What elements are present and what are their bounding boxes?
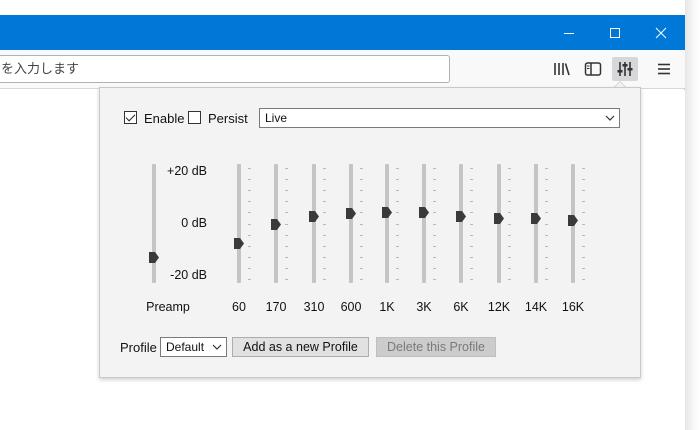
title-bar bbox=[0, 15, 685, 50]
slider-track bbox=[349, 164, 353, 283]
library-button[interactable] bbox=[549, 57, 575, 81]
slider-thumb[interactable] bbox=[271, 218, 281, 230]
slider-thumb[interactable] bbox=[149, 251, 159, 263]
slider-track bbox=[312, 164, 316, 283]
band-slider-14k[interactable] bbox=[528, 164, 548, 283]
preamp-label: Preamp bbox=[146, 300, 190, 314]
band-label-600: 600 bbox=[340, 300, 362, 314]
nav-toolbar bbox=[0, 50, 685, 89]
chevron-down-icon bbox=[605, 115, 615, 121]
equalizer-button[interactable] bbox=[612, 57, 638, 81]
slider-thumb[interactable] bbox=[346, 207, 356, 219]
slider-thumb[interactable] bbox=[531, 212, 541, 224]
slider-ticks bbox=[545, 164, 550, 283]
hamburger-menu-icon bbox=[658, 63, 670, 75]
band-label-1k: 1K bbox=[379, 300, 395, 314]
band-label-170: 170 bbox=[265, 300, 287, 314]
slider-ticks bbox=[508, 164, 513, 283]
band-slider-3k[interactable] bbox=[416, 164, 436, 283]
add-profile-button[interactable]: Add as a new Profile bbox=[232, 337, 369, 357]
delete-profile-button[interactable]: Delete this Profile bbox=[376, 337, 496, 357]
slider-track bbox=[237, 164, 241, 283]
slider-ticks bbox=[470, 164, 475, 283]
slider-ticks bbox=[433, 164, 438, 283]
enable-checkbox[interactable] bbox=[124, 111, 137, 124]
slider-ticks bbox=[323, 164, 328, 283]
equalizer-icon bbox=[617, 62, 633, 76]
slider-thumb[interactable] bbox=[419, 206, 429, 218]
slider-ticks bbox=[285, 164, 290, 283]
window-top-edge bbox=[0, 0, 685, 15]
slider-ticks bbox=[582, 164, 587, 283]
band-slider-60[interactable] bbox=[231, 164, 251, 283]
band-label-16k: 16K bbox=[561, 300, 585, 314]
band-slider-170[interactable] bbox=[268, 164, 288, 283]
persist-label: Persist bbox=[208, 111, 248, 126]
band-label-60: 60 bbox=[232, 300, 246, 314]
close-icon bbox=[655, 27, 667, 38]
slider-track bbox=[152, 164, 156, 283]
library-icon bbox=[554, 63, 570, 76]
minimize-button[interactable] bbox=[546, 15, 592, 50]
band-label-14k: 14K bbox=[524, 300, 548, 314]
sidebar-button[interactable] bbox=[580, 57, 606, 81]
slider-thumb[interactable] bbox=[309, 210, 319, 222]
slider-thumb[interactable] bbox=[234, 237, 244, 249]
chevron-down-icon bbox=[212, 344, 222, 350]
band-label-310: 310 bbox=[303, 300, 325, 314]
maximize-icon bbox=[610, 27, 620, 38]
profile-label: Profile bbox=[120, 340, 157, 355]
slider-ticks bbox=[360, 164, 365, 283]
equalizer-panel: Enable Persist Live +20 dB 0 dB -20 dB P… bbox=[99, 87, 641, 378]
band-slider-600[interactable] bbox=[343, 164, 363, 283]
maximize-button[interactable] bbox=[592, 15, 638, 50]
slider-thumb[interactable] bbox=[568, 214, 578, 226]
band-slider-6k[interactable] bbox=[453, 164, 473, 283]
db-label-bottom: -20 dB bbox=[170, 268, 207, 282]
menu-button[interactable] bbox=[651, 57, 677, 81]
slider-thumb[interactable] bbox=[382, 206, 392, 218]
db-label-top: +20 dB bbox=[167, 164, 207, 178]
preset-value: Live bbox=[265, 111, 288, 125]
profile-value: Default bbox=[166, 340, 205, 354]
slider-track bbox=[459, 164, 463, 283]
slider-ticks bbox=[396, 164, 401, 283]
band-slider-12k[interactable] bbox=[491, 164, 511, 283]
slider-thumb[interactable] bbox=[494, 212, 504, 224]
band-slider-1k[interactable] bbox=[379, 164, 399, 283]
band-slider-16k[interactable] bbox=[565, 164, 585, 283]
slider-thumb[interactable] bbox=[456, 210, 466, 222]
enable-label: Enable bbox=[144, 111, 185, 126]
band-slider-310[interactable] bbox=[306, 164, 326, 283]
url-bar[interactable] bbox=[0, 55, 450, 83]
sidebar-icon bbox=[584, 62, 602, 76]
url-input[interactable] bbox=[0, 56, 449, 82]
profile-select[interactable]: Default bbox=[160, 337, 227, 357]
window-shadow bbox=[685, 0, 700, 430]
preamp-slider[interactable] bbox=[146, 164, 162, 283]
slider-ticks bbox=[248, 164, 253, 283]
band-label-3k: 3K bbox=[416, 300, 432, 314]
close-button[interactable] bbox=[638, 15, 684, 50]
slider-track bbox=[422, 164, 426, 283]
preset-select[interactable]: Live bbox=[259, 108, 620, 128]
minimize-icon bbox=[564, 32, 574, 34]
slider-track bbox=[385, 164, 389, 283]
band-label-6k: 6K bbox=[453, 300, 469, 314]
db-label-mid: 0 dB bbox=[181, 216, 207, 230]
band-label-12k: 12K bbox=[487, 300, 511, 314]
persist-checkbox[interactable] bbox=[188, 111, 201, 124]
